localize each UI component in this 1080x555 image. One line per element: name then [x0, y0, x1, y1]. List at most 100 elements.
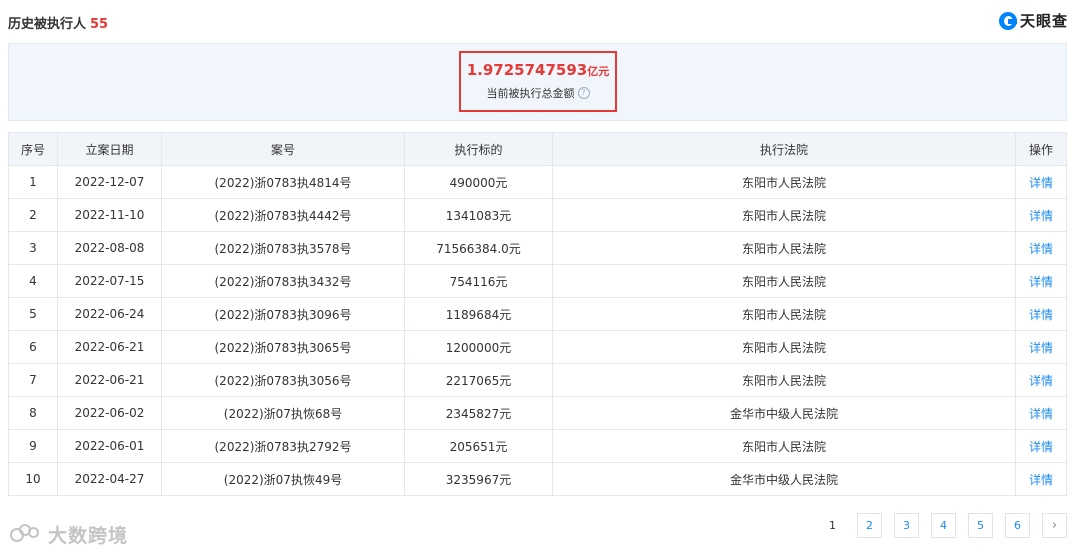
watermark-text: 大数跨境	[48, 525, 129, 547]
cell-filing-date: 2022-06-02	[57, 396, 162, 430]
cell-execution-amount: 1200000元	[404, 330, 553, 364]
cell-execution-amount: 71566384.0元	[404, 231, 553, 265]
page-button-3[interactable]: 3	[894, 513, 919, 538]
cell-court: 东阳市人民法院	[552, 297, 1016, 331]
column-header-execution-amount: 执行标的	[404, 132, 553, 166]
column-header-index: 序号	[8, 132, 58, 166]
total-amount-label: 当前被执行总金额	[486, 87, 575, 100]
table-row: 9 2022-06-01 (2022)浙0783执2792号 205651元 东阳市人民…	[8, 429, 1067, 463]
column-header-court: 执行法院	[552, 132, 1016, 166]
page-header: 历史被执行人 55 天眼查	[8, 10, 1068, 34]
total-amount-label-row: 当前被执行总金额 ?	[461, 85, 615, 101]
details-link[interactable]: 详情	[1015, 429, 1067, 463]
page-button-1[interactable]: 1	[820, 513, 845, 538]
page-button-4[interactable]: 4	[931, 513, 956, 538]
cell-court: 金华市中级人民法院	[552, 396, 1016, 430]
table-header-row: 序号 立案日期 案号 执行标的 执行法院 操作	[8, 132, 1067, 166]
page-button-6[interactable]: 6	[1005, 513, 1030, 538]
column-header-case-number: 案号	[161, 132, 405, 166]
cell-case-number: (2022)浙0783执3096号	[161, 297, 405, 331]
cell-filing-date: 2022-06-24	[57, 297, 162, 331]
cell-filing-date: 2022-12-07	[57, 165, 162, 199]
table-row: 1 2022-12-07 (2022)浙0783执4814号 490000元 东阳市人民…	[8, 165, 1067, 199]
cell-court: 金华市中级人民法院	[552, 462, 1016, 496]
cell-index: 6	[8, 330, 58, 364]
details-link[interactable]: 详情	[1015, 330, 1067, 364]
tianyancha-logo-icon	[998, 11, 1017, 30]
cell-filing-date: 2022-11-10	[57, 198, 162, 232]
cell-index: 8	[8, 396, 58, 430]
table-row: 2 2022-11-10 (2022)浙0783执4442号 1341083元 东阳市人…	[8, 198, 1067, 232]
watermark: 大数跨境	[10, 521, 128, 548]
cell-court: 东阳市人民法院	[552, 198, 1016, 232]
cell-case-number: (2022)浙0783执4442号	[161, 198, 405, 232]
cell-case-number: (2022)浙0783执4814号	[161, 165, 405, 199]
cell-execution-amount: 205651元	[404, 429, 553, 463]
cell-filing-date: 2022-06-01	[57, 429, 162, 463]
total-amount: 1.9725747593亿元	[461, 61, 615, 79]
watermark-logo-icon	[10, 523, 44, 546]
column-header-filing-date: 立案日期	[57, 132, 162, 166]
table-row: 7 2022-06-21 (2022)浙0783执3056号 2217065元 东阳市人…	[8, 363, 1067, 397]
cell-case-number: (2022)浙0783执3432号	[161, 264, 405, 298]
cell-execution-amount: 1189684元	[404, 297, 553, 331]
brand-name: 天眼查	[1019, 12, 1068, 30]
cell-execution-amount: 1341083元	[404, 198, 553, 232]
table-row: 5 2022-06-24 (2022)浙0783执3096号 1189684元 东阳市人…	[8, 297, 1067, 331]
record-count: 55	[90, 17, 109, 32]
cell-court: 东阳市人民法院	[552, 231, 1016, 265]
cell-filing-date: 2022-06-21	[57, 363, 162, 397]
section-title: 历史被执行人 55	[8, 13, 108, 32]
cell-filing-date: 2022-04-27	[57, 462, 162, 496]
cell-execution-amount: 2345827元	[404, 396, 553, 430]
cell-execution-amount: 2217065元	[404, 363, 553, 397]
cell-case-number: (2022)浙07执恢49号	[161, 462, 405, 496]
cell-execution-amount: 754116元	[404, 264, 553, 298]
cell-index: 7	[8, 363, 58, 397]
page-button-5[interactable]: 5	[968, 513, 993, 538]
execution-table: 序号 立案日期 案号 执行标的 执行法院 操作 1 2022-12-07 (2022)浙078…	[8, 132, 1067, 496]
cell-court: 东阳市人民法院	[552, 429, 1016, 463]
cell-execution-amount: 3235967元	[404, 462, 553, 496]
table-row: 10 2022-04-27 (2022)浙07执恢49号 3235967元 金华市中级人…	[8, 462, 1067, 496]
details-link[interactable]: 详情	[1015, 231, 1067, 265]
highlighted-total: 1.9725747593亿元 当前被执行总金额 ?	[459, 51, 617, 112]
cell-index: 2	[8, 198, 58, 232]
page-button-2[interactable]: 2	[857, 513, 882, 538]
cell-index: 9	[8, 429, 58, 463]
cell-filing-date: 2022-08-08	[57, 231, 162, 265]
details-link[interactable]: 详情	[1015, 198, 1067, 232]
details-link[interactable]: 详情	[1015, 264, 1067, 298]
table-body: 1 2022-12-07 (2022)浙0783执4814号 490000元 东阳市人民…	[8, 165, 1067, 496]
table-row: 3 2022-08-08 (2022)浙0783执3578号 71566384.0元东…	[8, 231, 1067, 265]
summary-panel: 1.9725747593亿元 当前被执行总金额 ?	[8, 43, 1067, 121]
details-link[interactable]: 详情	[1015, 297, 1067, 331]
help-icon[interactable]: ?	[577, 87, 590, 99]
cell-index: 1	[8, 165, 58, 199]
total-amount-value: 1.9725747593	[466, 61, 588, 79]
cell-index: 10	[8, 462, 58, 496]
total-amount-unit: 亿元	[587, 65, 610, 78]
cell-case-number: (2022)浙0783执3578号	[161, 231, 405, 265]
cell-execution-amount: 490000元	[404, 165, 553, 199]
cell-case-number: (2022)浙07执恢68号	[161, 396, 405, 430]
cell-court: 东阳市人民法院	[552, 363, 1016, 397]
cell-index: 4	[8, 264, 58, 298]
details-link[interactable]: 详情	[1015, 396, 1067, 430]
details-link[interactable]: 详情	[1015, 462, 1067, 496]
brand-logo[interactable]: 天眼查	[998, 10, 1068, 31]
table-row: 8 2022-06-02 (2022)浙07执恢68号 2345827元 金华市中级人民…	[8, 396, 1067, 430]
cell-court: 东阳市人民法院	[552, 330, 1016, 364]
cell-index: 3	[8, 231, 58, 265]
pagination: 1 2 3 4 5 6 ›	[820, 513, 1067, 538]
cell-case-number: (2022)浙0783执2792号	[161, 429, 405, 463]
cell-case-number: (2022)浙0783执3065号	[161, 330, 405, 364]
section-title-label: 历史被执行人	[8, 17, 87, 32]
next-page-button[interactable]: ›	[1042, 513, 1067, 538]
details-link[interactable]: 详情	[1015, 165, 1067, 199]
cell-court: 东阳市人民法院	[552, 264, 1016, 298]
cell-court: 东阳市人民法院	[552, 165, 1016, 199]
table-row: 6 2022-06-21 (2022)浙0783执3065号 1200000元 东阳市人…	[8, 330, 1067, 364]
details-link[interactable]: 详情	[1015, 363, 1067, 397]
cell-index: 5	[8, 297, 58, 331]
